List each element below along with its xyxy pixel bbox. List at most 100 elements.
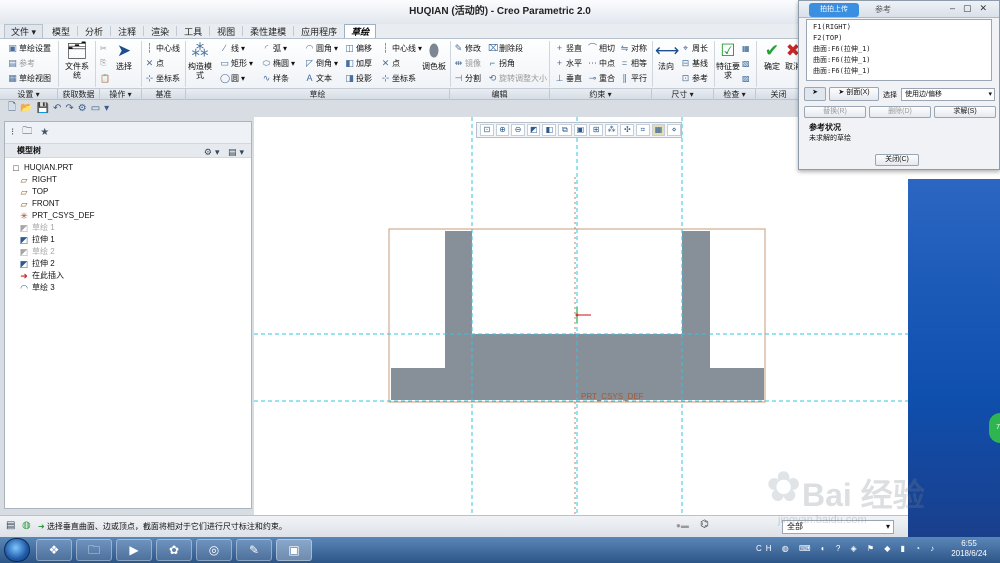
tree-item-extrude-1[interactable]: ◩ 拉伸 1 bbox=[19, 234, 55, 246]
tab-tools[interactable]: 工具 bbox=[177, 24, 209, 38]
datum-centerline-button[interactable]: ┆ 中心线 bbox=[145, 42, 180, 54]
rectangle-button[interactable]: ▭ 矩形 ▾ bbox=[220, 57, 253, 69]
list-item[interactable]: 曲面:F6(拉伸_1) bbox=[813, 44, 985, 55]
windows-icon[interactable]: ▭ bbox=[91, 103, 100, 114]
group-constrain[interactable]: 约束 ▾ bbox=[550, 89, 652, 100]
group-setup[interactable]: 设置 ▾ bbox=[0, 89, 58, 100]
vertical-constraint-button[interactable]: + 竖直 bbox=[555, 42, 582, 54]
view-manager-icon[interactable]: ▣ bbox=[573, 124, 588, 136]
sketch-centerline-button[interactable]: ┆ 中心线 ▾ bbox=[381, 42, 422, 54]
tree-item-top[interactable]: ▱ TOP bbox=[19, 186, 49, 198]
select-arrow-button[interactable]: ➤ bbox=[804, 87, 826, 101]
zoom-in-icon[interactable]: ⊕ bbox=[495, 124, 510, 136]
palette-button[interactable]: ⬮ 调色板 bbox=[422, 42, 446, 72]
redo-icon[interactable]: ↷ bbox=[65, 103, 73, 114]
arc-button[interactable]: ◜ 弧 ▾ bbox=[262, 42, 287, 54]
fillet-button[interactable]: ◠ 圆角 ▾ bbox=[305, 42, 338, 54]
text-button[interactable]: A 文本 bbox=[305, 72, 332, 84]
start-button[interactable] bbox=[4, 538, 30, 562]
divide-button[interactable]: ⊣ 分割 bbox=[454, 72, 481, 84]
file-system-button[interactable]: 🗂 文件系统 bbox=[62, 42, 92, 81]
list-item[interactable]: 曲面:F6(拉伸_1) bbox=[813, 66, 985, 77]
open-icon[interactable]: 📂 bbox=[20, 103, 32, 114]
thicken-button[interactable]: ◧ 加厚 bbox=[345, 57, 372, 69]
sketch-csys-button[interactable]: ⊹ 坐标系 bbox=[381, 72, 416, 84]
perimeter-dimension-button[interactable]: ⌖ 周长 bbox=[681, 42, 708, 54]
offset-button[interactable]: ◫ 偏移 bbox=[345, 42, 372, 54]
tree-item-csys[interactable]: ✳ PRT_CSYS_DEF bbox=[19, 210, 94, 222]
binoculars-icon[interactable]: ⌬ bbox=[700, 519, 709, 530]
rotate-resize-button[interactable]: ⟲ 旋转调整大小 bbox=[488, 72, 547, 84]
tree-item-part[interactable]: □ HUQIAN.PRT bbox=[11, 162, 73, 174]
tab-sketch[interactable]: 草绘 bbox=[344, 24, 377, 38]
sketch-setup-button[interactable]: ▣ 草绘设置 bbox=[8, 42, 51, 54]
tree-item-front[interactable]: ▱ FRONT bbox=[19, 198, 60, 210]
normal-dimension-button[interactable]: ⟷ 法向 bbox=[655, 42, 679, 72]
model-tree-tab-icon[interactable]: ⁝ bbox=[11, 127, 14, 138]
favorites-tab-icon[interactable]: ★ bbox=[40, 127, 49, 138]
taskbar-app-icon[interactable]: ❖ bbox=[36, 539, 72, 561]
list-item[interactable]: F2(TOP) bbox=[813, 33, 985, 44]
regenerate-icon[interactable]: ⚙ bbox=[78, 103, 87, 114]
sketcher-display-icon[interactable]: ▦ bbox=[651, 124, 666, 136]
spin-center-icon[interactable]: ✣ bbox=[620, 124, 635, 136]
new-icon[interactable]: 🗋 bbox=[8, 100, 16, 117]
tab-render[interactable]: 渲染 bbox=[144, 24, 176, 38]
taskbar-baidu-icon[interactable]: ✿ bbox=[156, 539, 192, 561]
save-icon[interactable]: 💾 bbox=[37, 103, 49, 114]
tab-annotate[interactable]: 注释 bbox=[111, 24, 143, 38]
project-button[interactable]: ◨ 投影 bbox=[345, 72, 372, 84]
taskbar-paint-icon[interactable]: ✎ bbox=[236, 539, 272, 561]
datum-point-button[interactable]: ✕ 点 bbox=[145, 57, 164, 69]
taskbar-browser-icon[interactable]: ◎ bbox=[196, 539, 232, 561]
tab-applications[interactable]: 应用程序 bbox=[294, 24, 344, 38]
annotation-display-icon[interactable]: ⌗ bbox=[636, 124, 650, 136]
refit-icon[interactable]: ⊡ bbox=[480, 124, 494, 136]
taskbar-creo-icon[interactable]: ▣ bbox=[276, 539, 312, 561]
chamfer-button[interactable]: ◸ 倒角 ▾ bbox=[305, 57, 338, 69]
datum-csys-button[interactable]: ⊹ 坐标系 bbox=[145, 72, 180, 84]
constraint-display-icon[interactable]: ⋄ bbox=[667, 124, 681, 136]
line-button[interactable]: ∕ 线 ▾ bbox=[220, 42, 245, 54]
sketch-view-icon[interactable]: ⊞ bbox=[589, 124, 603, 136]
tree-item-right[interactable]: ▱ RIGHT bbox=[19, 174, 57, 186]
sketch-point-button[interactable]: ✕ 点 bbox=[381, 57, 400, 69]
select-mode-dropdown[interactable]: 使用边/偏移 ▾ bbox=[901, 88, 995, 101]
feature-requirements-button[interactable]: ☑ 特征要求 bbox=[716, 42, 740, 81]
group-operations[interactable]: 操作 ▾ bbox=[100, 89, 142, 100]
status-panel-icon[interactable]: ▤ bbox=[6, 520, 15, 531]
tab-analysis[interactable]: 分析 bbox=[78, 24, 110, 38]
datum-display-icon[interactable]: ⁂ bbox=[604, 124, 619, 136]
cut-icon[interactable]: ✂ bbox=[100, 42, 107, 54]
reference-list[interactable]: F1(RIGHT) F2(TOP) 曲面:F6(拉伸_1) 曲面:F6(拉伸_1… bbox=[806, 19, 992, 81]
delete-button[interactable]: 删除(D) bbox=[869, 106, 931, 118]
floating-widget[interactable]: 75 bbox=[989, 413, 1000, 443]
list-item[interactable]: F1(RIGHT) bbox=[813, 22, 985, 33]
select-button[interactable]: ➤ 选择 bbox=[112, 42, 136, 72]
open-ends-icon[interactable]: ▧ bbox=[742, 57, 750, 69]
list-item[interactable]: 曲面:F6(拉伸_1) bbox=[813, 55, 985, 66]
mirror-button[interactable]: ⇹ 镜像 bbox=[454, 57, 481, 69]
tree-item-sketch-2[interactable]: ◩ 草绘 2 bbox=[19, 246, 55, 258]
perpendicular-constraint-button[interactable]: ⊥ 垂直 bbox=[555, 72, 582, 84]
overlap-check-icon[interactable]: ▦ bbox=[742, 42, 750, 54]
delete-segment-button[interactable]: ⌧ 删除段 bbox=[488, 42, 523, 54]
horizontal-constraint-button[interactable]: + 水平 bbox=[555, 57, 582, 69]
taskbar-media-icon[interactable]: ▶ bbox=[116, 539, 152, 561]
tree-item-sketch-3[interactable]: ◠ 草绘 3 bbox=[19, 282, 55, 294]
tab-file[interactable]: 文件 ▾ bbox=[4, 24, 44, 38]
tree-item-insert-here[interactable]: ➜ 在此插入 bbox=[19, 270, 64, 282]
tree-settings-icon[interactable]: ⚙▾ ▤▾ bbox=[204, 145, 247, 159]
folder-browser-tab-icon[interactable]: 🗀 bbox=[22, 124, 32, 141]
ok-button[interactable]: ✔ 确定 bbox=[760, 42, 784, 72]
clock[interactable]: 6:55 2018/6/24 bbox=[944, 539, 994, 559]
circle-button[interactable]: ◯ 圆 ▾ bbox=[220, 72, 245, 84]
upload-button[interactable]: 拍拍上传 bbox=[809, 3, 859, 17]
solve-button[interactable]: 求解(S) bbox=[934, 106, 996, 118]
corner-button[interactable]: ⌐ 拐角 bbox=[488, 57, 515, 69]
close-button[interactable]: 关闭(C) bbox=[875, 154, 919, 166]
status-globe-icon[interactable]: ◍ bbox=[22, 520, 31, 531]
ellipse-button[interactable]: ⬭ 椭圆 ▾ bbox=[262, 57, 295, 69]
paste-icon[interactable]: 📋 bbox=[100, 72, 110, 84]
replace-button[interactable]: 替换(R) bbox=[804, 106, 866, 118]
